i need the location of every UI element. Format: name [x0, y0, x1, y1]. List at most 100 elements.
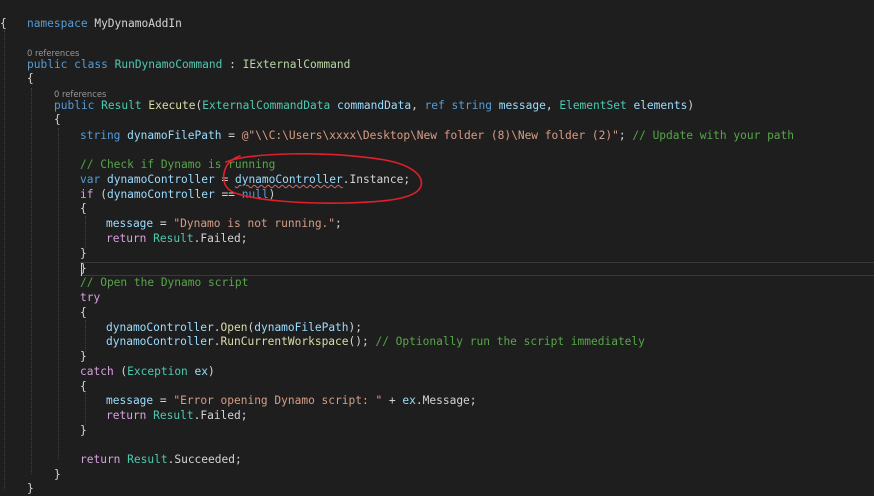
class-name: RunDynamoCommand — [114, 58, 223, 71]
code-line[interactable]: { — [54, 113, 61, 127]
variable-name: dynamoController — [106, 173, 215, 186]
type-name: Result — [153, 409, 194, 422]
indent-guide — [31, 88, 32, 474]
catch-keyword: catch — [80, 365, 114, 378]
namespace-name: MyDynamoAddIn — [94, 17, 182, 30]
null-keyword: null — [241, 188, 269, 201]
code-line[interactable]: return Result.Succeeded; — [80, 453, 242, 467]
code-line[interactable]: } — [80, 424, 87, 438]
close-brace: } — [54, 468, 61, 481]
class-keyword: class — [74, 58, 108, 71]
variable-name: dynamoController — [106, 321, 214, 334]
code-line[interactable]: string dynamoFilePath = @"\\C:\Users\xxx… — [80, 129, 794, 143]
close-brace: } — [80, 262, 87, 275]
code-line[interactable]: catch (Exception ex) — [80, 365, 215, 379]
code-line[interactable]: } — [80, 247, 87, 261]
code-line[interactable]: dynamoController.RunCurrentWorkspace(); … — [106, 335, 645, 349]
code-line[interactable]: // Open the Dynamo script — [80, 276, 248, 290]
string-literal: "Error opening Dynamo script: " — [173, 394, 383, 407]
method-name: Execute — [148, 99, 196, 112]
return-type: Result — [101, 99, 142, 112]
code-line[interactable]: public Result Execute(ExternalCommandDat… — [54, 99, 694, 113]
variable-name: dynamoController — [106, 188, 215, 201]
member-name: Instance — [349, 173, 404, 186]
code-line[interactable]: if (dynamoController == null) — [80, 188, 275, 202]
code-line[interactable]: } — [27, 482, 34, 496]
open-brace: { — [80, 306, 87, 319]
return-keyword: return — [80, 453, 121, 466]
code-line[interactable]: { — [80, 202, 87, 216]
variable-name: message — [106, 394, 154, 407]
public-keyword: public — [54, 99, 95, 112]
code-line[interactable]: message = "Error opening Dynamo script: … — [106, 394, 477, 408]
code-line[interactable]: return Result.Failed; — [106, 409, 248, 423]
indent-guide — [85, 320, 86, 352]
string-keyword: string — [451, 99, 492, 112]
param-name: elements — [633, 99, 688, 112]
variable-name: message — [106, 217, 154, 230]
variable-name: ex — [402, 394, 416, 407]
member-name: Failed — [200, 232, 241, 245]
if-keyword: if — [80, 188, 94, 201]
interface-name: IExternalCommand — [242, 58, 351, 71]
param-name: message — [498, 99, 546, 112]
code-line[interactable]: { — [27, 72, 34, 86]
code-comment: // Open the Dynamo script — [80, 276, 249, 289]
indent-guide — [85, 216, 86, 248]
namespace-keyword: namespace — [26, 17, 88, 30]
type-name: Result — [127, 453, 168, 466]
variable-name: dynamoFilePath — [254, 321, 349, 334]
open-brace: { — [80, 380, 87, 393]
param-type: ElementSet — [559, 99, 627, 112]
open-brace: { — [54, 113, 61, 126]
ref-keyword: ref — [424, 99, 445, 112]
param-name: commandData — [336, 99, 412, 112]
code-line[interactable]: // Check if Dynamo is running — [80, 158, 275, 172]
code-line[interactable]: public class RunDynamoCommand : IExterna… — [27, 58, 350, 72]
code-comment: // Check if Dynamo is running — [80, 158, 276, 171]
close-brace: } — [80, 247, 87, 260]
indent-guide — [85, 393, 86, 425]
type-name: Exception — [127, 365, 188, 378]
string-literal: "Dynamo is not running." — [173, 217, 336, 230]
var-keyword: var — [80, 173, 101, 186]
code-line[interactable]: namespace MyDynamoAddIn — [0, 3, 182, 30]
code-line[interactable]: message = "Dynamo is not running."; — [106, 217, 342, 231]
code-line[interactable]: var dynamoController = dynamoController.… — [80, 173, 410, 187]
param-type: ExternalCommandData — [202, 99, 331, 112]
code-editor[interactable]: namespace MyDynamoAddIn { 0 references p… — [0, 0, 874, 495]
method-call: Open — [220, 321, 248, 334]
code-line[interactable]: { — [0, 17, 7, 31]
indent-guide — [58, 128, 59, 460]
code-line[interactable]: } — [54, 468, 61, 482]
code-comment: // Update with your path — [632, 129, 795, 142]
return-keyword: return — [106, 232, 147, 245]
code-line[interactable]: return Result.Failed; — [106, 232, 248, 246]
method-call: RunCurrentWorkspace — [220, 335, 349, 348]
member-name: Succeeded — [174, 453, 235, 466]
variable-name: dynamoController — [106, 335, 214, 348]
current-line-highlight — [80, 262, 874, 276]
member-name: Message — [422, 394, 470, 407]
error-squiggle-identifier[interactable]: dynamoController — [235, 173, 343, 186]
colon: : — [222, 58, 243, 71]
open-brace: { — [80, 202, 87, 215]
variable-name: dynamoFilePath — [127, 129, 222, 142]
code-line[interactable]: dynamoController.Open(dynamoFilePath); — [106, 321, 362, 335]
type-name: Result — [153, 232, 194, 245]
code-comment: // Optionally run the script immediately — [375, 335, 645, 348]
public-keyword: public — [27, 58, 68, 71]
variable-name: ex — [194, 365, 209, 378]
member-name: Failed — [200, 409, 241, 422]
code-line[interactable]: { — [80, 380, 87, 394]
close-brace: } — [27, 482, 34, 495]
code-line[interactable]: } — [80, 350, 87, 364]
close-brace: } — [80, 424, 87, 437]
code-line[interactable]: try — [80, 291, 100, 305]
code-line[interactable]: } — [80, 262, 87, 276]
code-line[interactable]: { — [80, 306, 87, 320]
indent-guide — [4, 30, 5, 490]
open-brace: { — [0, 17, 7, 30]
close-brace: } — [80, 350, 87, 363]
try-keyword: try — [80, 291, 101, 304]
